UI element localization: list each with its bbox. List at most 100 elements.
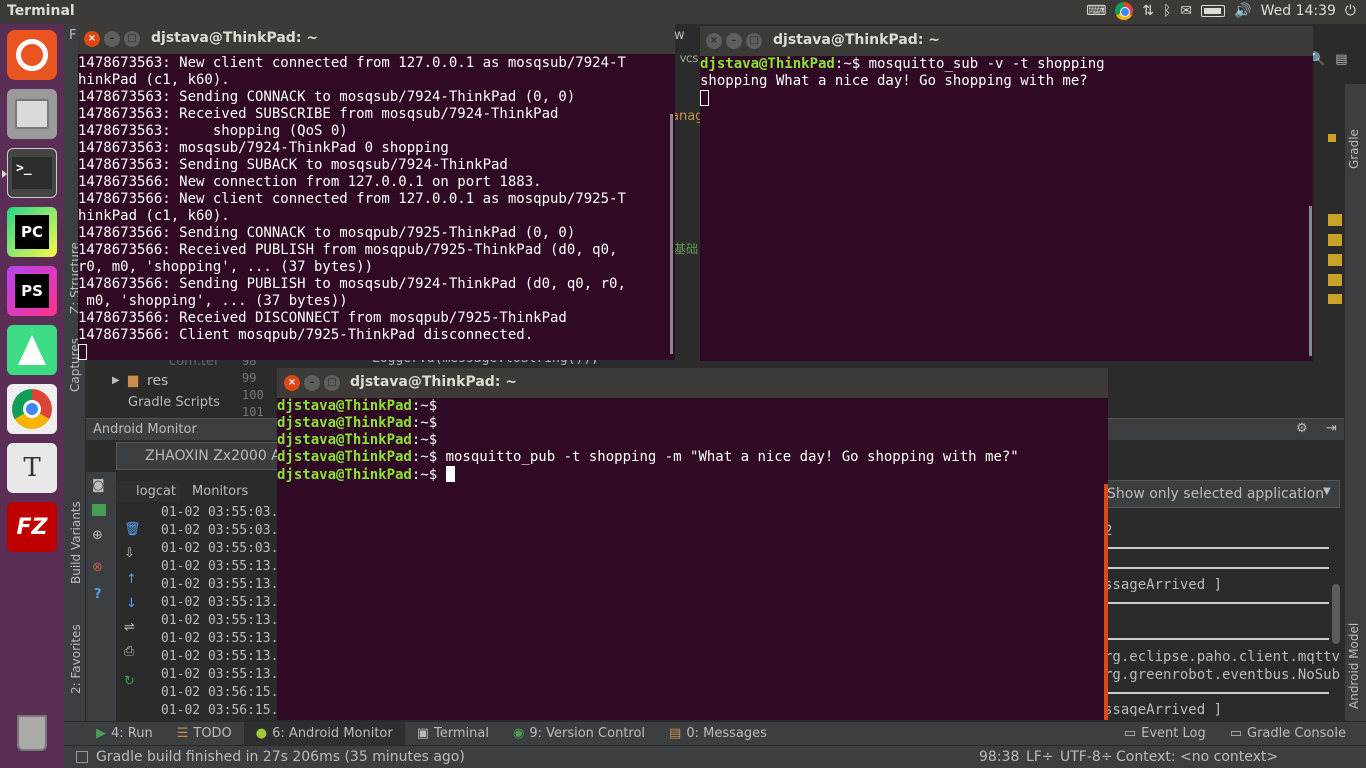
terminal2-titlebar[interactable]: × – □ djstava@ThinkPad: ~ [700,26,1313,56]
project-item-gradle-scripts[interactable]: Gradle Scripts [128,395,220,410]
android-studio-icon[interactable] [7,325,57,375]
prompt-suffix: :~$ [411,432,446,448]
tab-android-monitor[interactable]: ● 6: Android Monitor [243,721,405,746]
help-icon[interactable]: ? [94,587,102,602]
files-icon[interactable] [7,89,57,139]
power-icon[interactable]: ⏻ [1345,3,1356,19]
maximize-icon[interactable]: □ [324,375,340,391]
bluetooth-icon[interactable]: ᛒ [1163,3,1171,19]
tab-logcat[interactable]: logcat [116,480,181,502]
subscriber-output: shopping What a nice day! Go shopping wi… [700,73,1088,89]
logcat-row[interactable]: 01-02 03:56:15. [161,685,278,700]
chrome-icon[interactable] [1115,2,1134,20]
down-arrow-icon[interactable]: ↓ [126,596,137,611]
network-icon[interactable]: ⇅ [1142,3,1154,19]
line-separator[interactable]: LF÷ [1026,749,1054,765]
phpstorm-label: PS [15,274,49,308]
terminal-icon[interactable]: >_ [2,148,57,198]
logcat-row[interactable]: 01-02 03:55:13. [161,559,278,574]
status-toggle-icon[interactable] [76,751,88,763]
ubuntu-icon[interactable] [7,30,57,80]
wrap-icon[interactable]: ⇌ [124,620,135,635]
menu-icon[interactable]: ▤ [1335,52,1347,67]
logcat-row[interactable]: 01-02 03:55:13. [161,649,278,664]
device-selector[interactable]: ZHAOXIN Zx2000 Ar [116,442,296,470]
terminal1-titlebar[interactable]: × – □ djstava@ThinkPad: ~ [78,24,675,54]
chrome-icon[interactable] [7,384,57,434]
phpstorm-icon[interactable]: PS [7,266,57,316]
mail-icon[interactable]: ✉ [1180,3,1192,19]
maximize-icon[interactable]: □ [124,31,140,47]
close-icon[interactable]: × [284,375,300,391]
logcat-row[interactable]: 01-02 03:55:03. [161,541,278,556]
minimize-icon[interactable]: – [304,375,320,391]
logcat-row[interactable]: 01-02 03:55:13. [161,595,278,610]
vcs-icon: ◉ [512,726,525,741]
maximize-icon[interactable]: □ [746,33,762,49]
line-number: 100 [242,388,264,402]
tab-todo[interactable]: ☰ TODO [165,722,244,746]
logcat-row[interactable]: 01-02 03:55:13. [161,613,278,628]
cursor-position[interactable]: 98:38 [979,749,1019,765]
tool-tab-gradle[interactable]: Gradle [1347,129,1361,169]
logcat-row[interactable]: 01-02 03:55:13. [161,577,278,592]
log-separator [1104,567,1329,569]
terminal-output-line: 1478673563: shopping (QoS 0) [78,123,348,139]
minimize-icon[interactable]: – [726,33,742,49]
stop-icon[interactable]: ⊗ [92,560,103,575]
window-title: djstava@ThinkPad: ~ [350,374,518,390]
terminal3-body[interactable]: djstava@ThinkPad:~$ djstava@ThinkPad:~$ … [277,398,1108,720]
clock[interactable]: Wed 14:39 [1261,3,1336,19]
terminal-scrollbar[interactable] [1309,206,1312,356]
tab-terminal[interactable]: ▣ Terminal [405,722,501,746]
close-icon[interactable]: × [706,33,722,49]
volume-icon[interactable]: 🔊 [1234,3,1251,19]
chevron-right-icon[interactable]: ▶ [112,375,120,386]
logcat-row[interactable]: 01-02 03:55:03. [161,505,278,520]
record-icon[interactable] [92,504,106,516]
tab-messages[interactable]: ▤ 0: Messages [657,722,779,746]
trash-icon[interactable] [7,708,57,758]
restart-icon[interactable]: ↻ [124,674,135,689]
scroll-end-icon[interactable]: ⇩ [124,546,135,561]
project-item-res[interactable]: res [147,373,168,389]
logcat-row[interactable]: 01-02 03:55:13. [161,631,278,646]
text-editor-icon[interactable]: T [7,443,57,493]
battery-icon[interactable] [1201,5,1226,17]
launcher: >_ PC PS T FZ [0,24,64,768]
tab-run[interactable]: ▶ 4: Run [84,722,165,746]
logcat-row[interactable]: 01-02 03:56:15. [161,703,278,718]
trash-icon[interactable]: 🗑 [124,522,141,537]
terminal1-body[interactable]: 1478673563: New client connected from 12… [78,54,675,360]
tab-version-control[interactable]: ◉ 9: Version Control [501,722,657,746]
file-encoding[interactable]: UTF-8÷ [1060,749,1113,765]
inspect-icon[interactable]: ⊕ [92,528,103,543]
pycharm-icon[interactable]: PC [7,207,57,257]
camera-icon[interactable]: ◙ [92,478,105,493]
tab-gradle-console[interactable]: ▭ Gradle Console [1218,722,1358,746]
tool-tab-android-model[interactable]: Android Model [1347,623,1361,709]
close-icon[interactable]: × [84,31,100,47]
prompt-suffix: :~$ [411,467,446,483]
filezilla-icon[interactable]: FZ [7,502,57,552]
keyboard-icon[interactable]: ⌨ [1086,3,1106,19]
up-arrow-icon[interactable]: ↑ [126,572,137,587]
scrollbar[interactable] [1332,584,1340,644]
hide-panel-icon[interactable]: ⇥ [1326,421,1337,436]
context-indicator[interactable]: Context: <no context> [1116,749,1278,765]
terminal2-body[interactable]: djstava@ThinkPad:~$ mosquitto_sub -v -t … [700,56,1313,361]
tool-tab-favorites[interactable]: 2: Favorites [69,624,83,694]
tab-monitors[interactable]: Monitors [186,481,254,502]
tab-event-log[interactable]: ▭ Event Log [1112,722,1218,746]
terminal-output-line: m0, 'shopping', ... (37 bytes)) [78,293,348,309]
print-icon[interactable]: ⎙ [124,644,134,659]
terminal-scrollbar[interactable] [670,114,673,354]
chevron-down-icon[interactable]: ▼ [1323,486,1331,497]
logcat-row[interactable]: 01-02 03:55:03. [161,523,278,538]
logcat-row[interactable]: 01-02 03:55:13. [161,667,278,682]
gear-icon[interactable]: ⚙ [1296,421,1308,436]
terminal3-titlebar[interactable]: × – □ djstava@ThinkPad: ~ [277,368,1108,398]
filter-dropdown[interactable]: Show only selected application ▼ [1104,480,1340,508]
tool-tab-build-variants[interactable]: Build Variants [69,501,83,584]
minimize-icon[interactable]: – [104,31,120,47]
